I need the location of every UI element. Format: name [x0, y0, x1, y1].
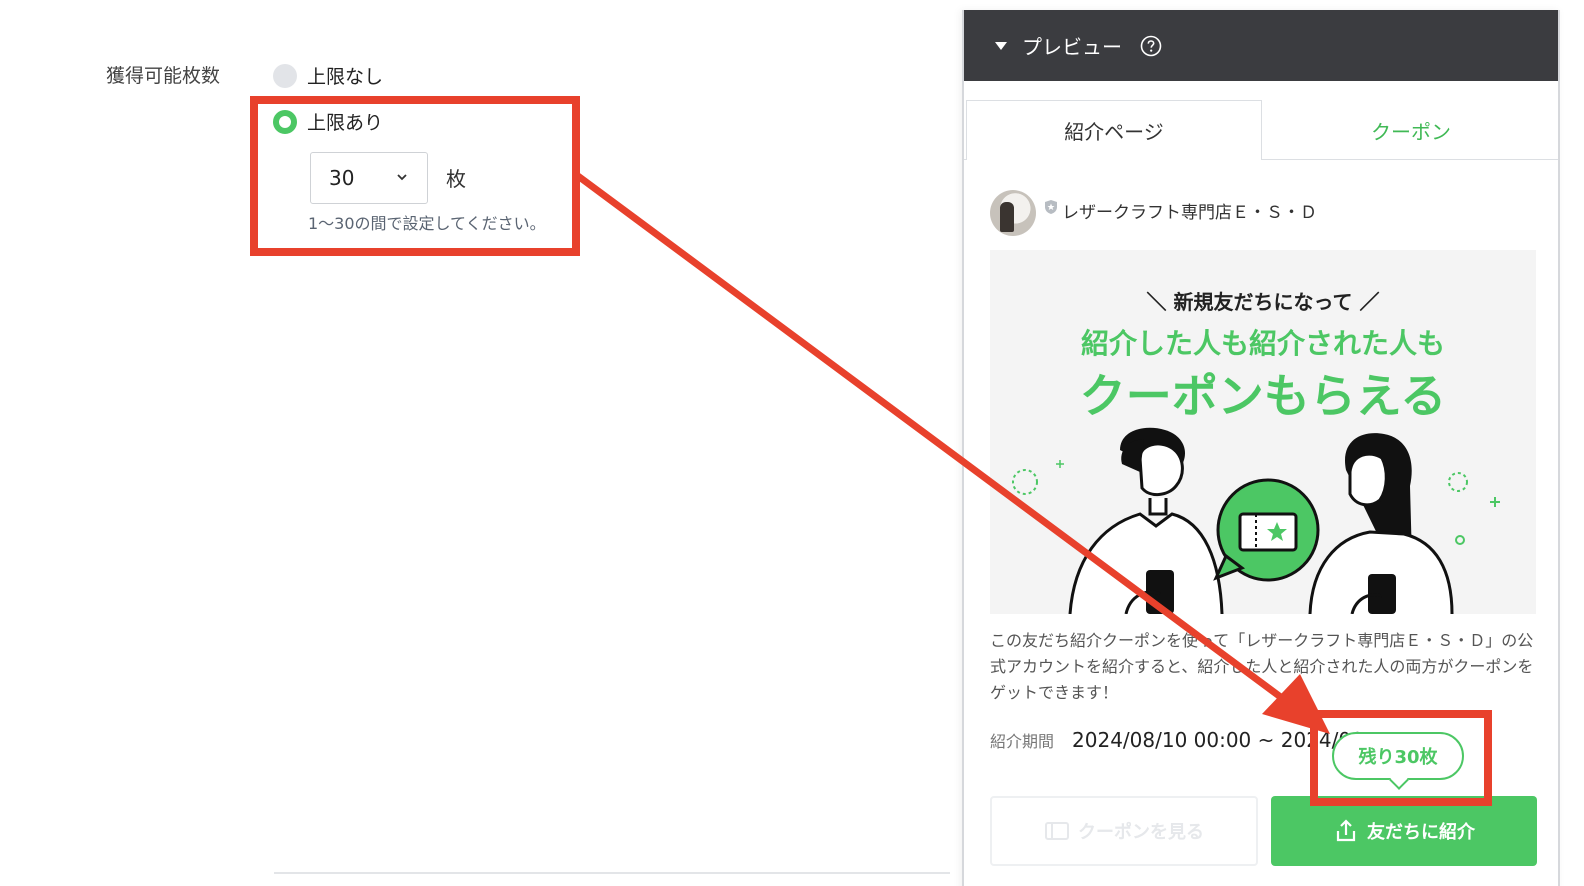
share-icon: [1336, 819, 1356, 842]
hero-banner: ＼ 新規友だちになって ／ 紹介した人も紹介された人も クーポンもらえる: [990, 250, 1536, 614]
period-label: 紹介期間: [990, 732, 1055, 751]
radio-option-label: 上限なし: [307, 66, 384, 88]
divider: [274, 872, 950, 874]
verified-shield-icon: [1045, 200, 1057, 214]
avatar: [990, 190, 1036, 236]
account-name: レザークラフト専門店Ｅ・Ｓ・Ｄ: [1062, 202, 1317, 223]
field-label-available-count: 獲得可能枚数: [106, 65, 221, 87]
coupon-icon: [1045, 822, 1069, 840]
caret-down-icon[interactable]: [994, 41, 1008, 51]
share-with-friends-button[interactable]: 友だちに紹介: [1271, 796, 1537, 866]
friends-illustration: [1012, 427, 1500, 614]
radio-option-no-limit[interactable]: 上限なし: [273, 62, 383, 89]
account-row: レザークラフト専門店Ｅ・Ｓ・Ｄ: [990, 190, 1317, 236]
coupon-description: この友だち紹介クーポンを使って「レザークラフト専門店Ｅ・Ｓ・Ｄ」の公式アカウント…: [990, 631, 1534, 702]
annotation-highlight-limit-setting: [250, 96, 580, 256]
period-row: 紹介期間 2024/08/10 00:00 ~ 2024/09: [990, 728, 1364, 752]
radio-unchecked-icon[interactable]: [273, 63, 297, 88]
view-coupon-button[interactable]: クーポンを見る: [990, 796, 1258, 866]
preview-title: プレビュー: [1022, 35, 1122, 59]
view-coupon-label: クーポンを見る: [1078, 822, 1204, 843]
help-icon[interactable]: [1140, 35, 1162, 57]
hero-headline-1: 紹介した人も紹介された人も: [1080, 327, 1445, 360]
preview-header[interactable]: プレビュー: [964, 10, 1558, 81]
preview-tabs: 紹介ページ クーポン: [964, 100, 1558, 160]
annotation-highlight-remaining-badge: [1310, 710, 1492, 806]
tab-coupon[interactable]: クーポン: [1262, 100, 1558, 160]
tab-intro-page[interactable]: 紹介ページ: [966, 100, 1262, 160]
hero-subline: ＼ 新規友だちになって ／: [1146, 290, 1380, 314]
share-button-label: 友だちに紹介: [1367, 822, 1475, 843]
